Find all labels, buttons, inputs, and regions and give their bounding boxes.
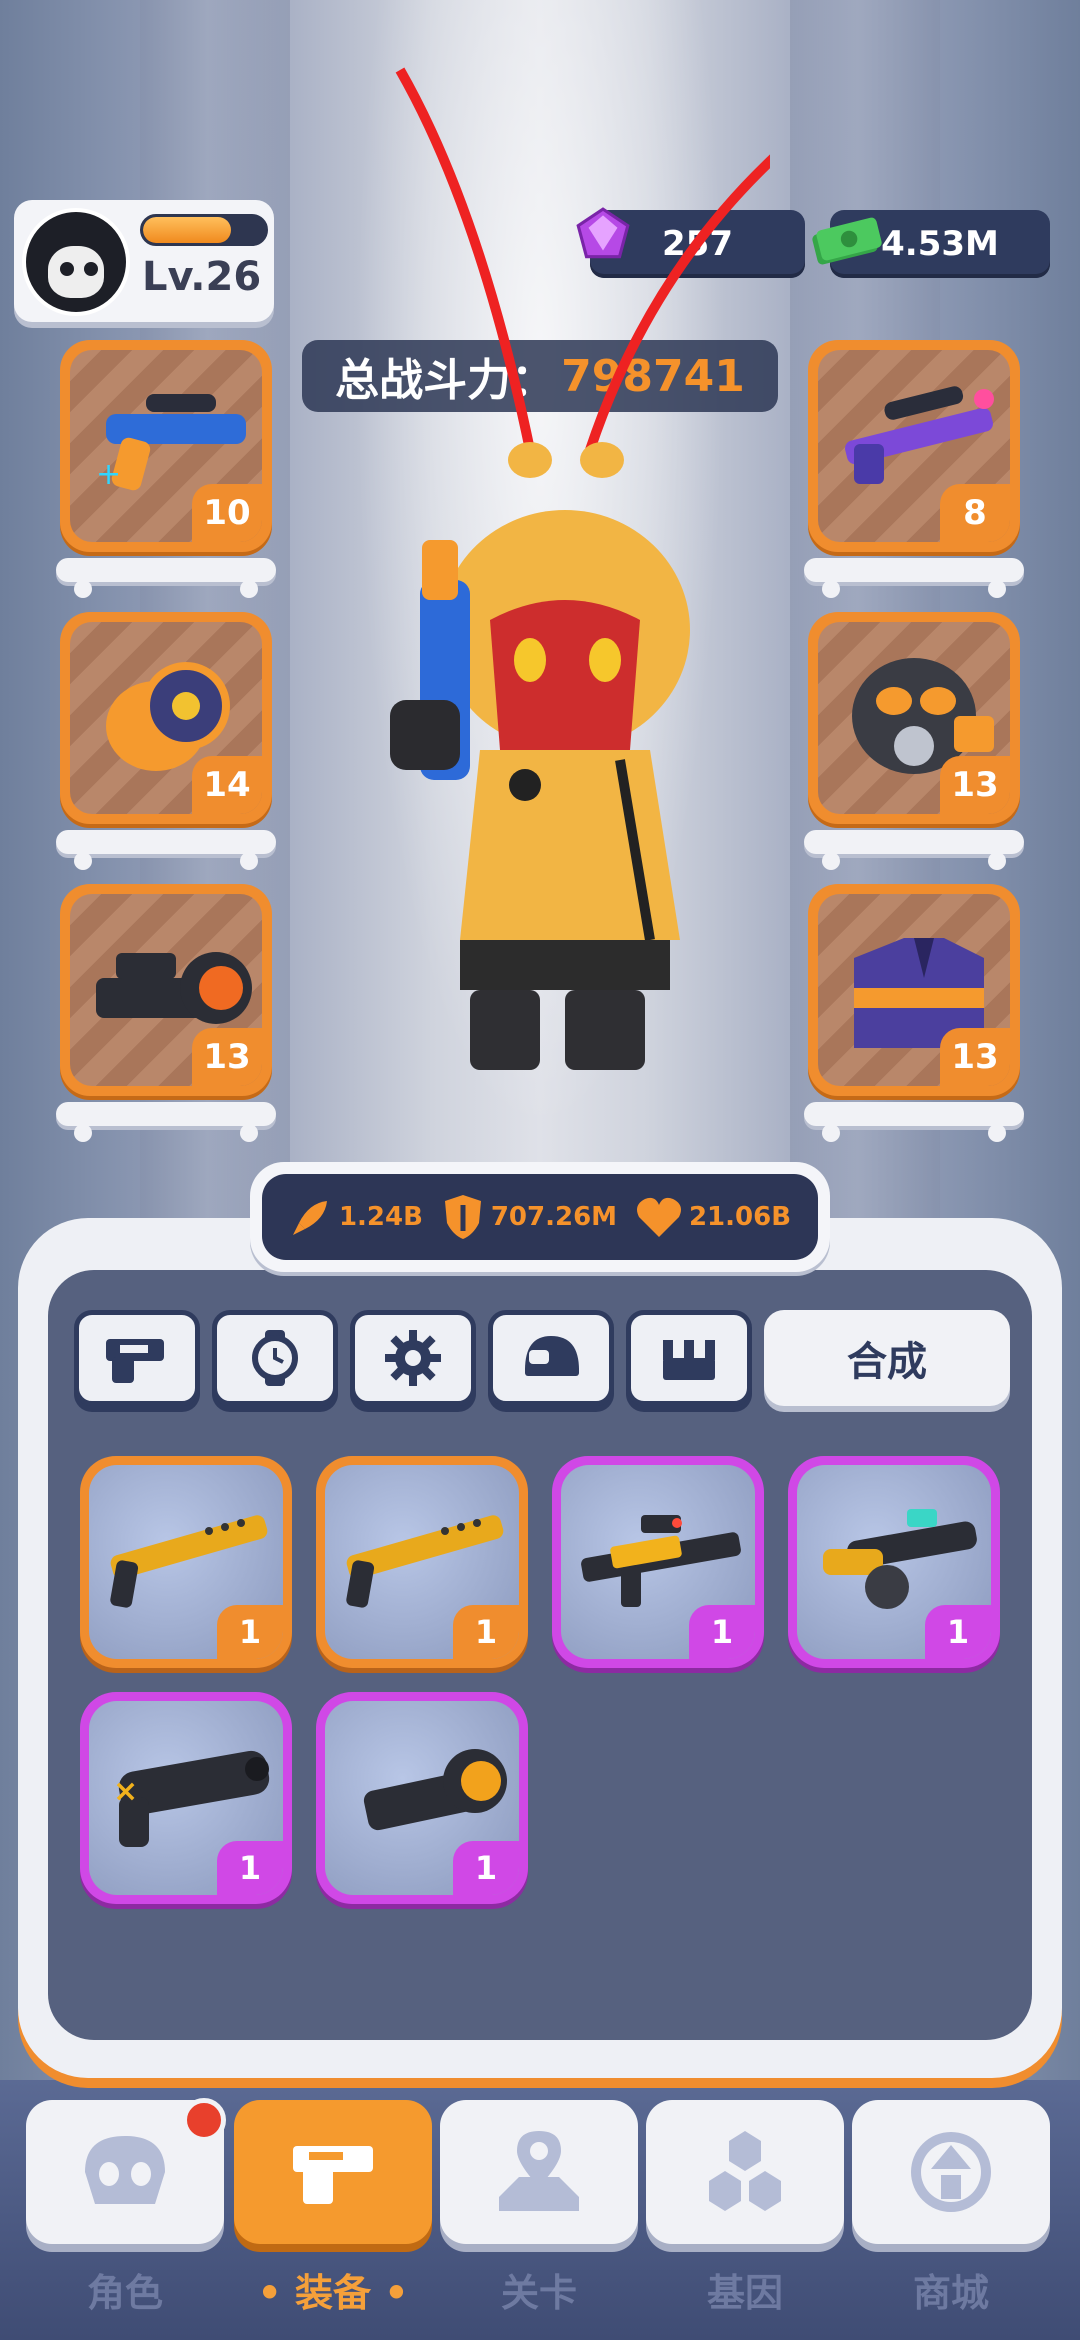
attack-stat: 1.24B bbox=[289, 1195, 423, 1239]
svg-text:+: + bbox=[96, 457, 121, 492]
item-count: 1 bbox=[217, 1841, 283, 1895]
nav-stages-label: 关卡 bbox=[500, 2271, 577, 2315]
equip-slot-sniper[interactable]: 8 bbox=[808, 340, 1020, 552]
equip-slot-bracer[interactable]: 14 bbox=[60, 612, 272, 824]
nav-genes-label: 基因 bbox=[706, 2271, 783, 2315]
equip-level-badge: 14 bbox=[192, 756, 262, 814]
tab-weapon[interactable] bbox=[74, 1310, 200, 1406]
player-card[interactable]: Lv.26 bbox=[14, 200, 274, 322]
armor-icon bbox=[663, 1340, 715, 1380]
shelf bbox=[804, 830, 1024, 870]
inventory-item[interactable]: 1 bbox=[552, 1456, 764, 1668]
item-count: 1 bbox=[217, 1605, 283, 1659]
tab-bracer[interactable] bbox=[212, 1310, 338, 1406]
equip-slot-scope[interactable]: 13 bbox=[60, 884, 272, 1096]
inventory-item[interactable]: 1 bbox=[316, 1692, 528, 1904]
shop-emblem-icon bbox=[911, 2132, 991, 2212]
skull-icon bbox=[85, 2136, 165, 2204]
map-pin-icon bbox=[499, 2131, 579, 2211]
stats-bar: 1.24B 707.26M 21.06B bbox=[250, 1162, 830, 1272]
inventory-item[interactable]: 1 bbox=[80, 1456, 292, 1668]
equip-level-badge: 8 bbox=[940, 484, 1010, 542]
tab-armor[interactable] bbox=[626, 1310, 752, 1406]
inventory-item[interactable]: × 1 bbox=[80, 1692, 292, 1904]
equip-slot-mask[interactable]: 13 bbox=[808, 612, 1020, 824]
defense-value: 707.26M bbox=[490, 1202, 618, 1232]
inventory-item[interactable]: 1 bbox=[788, 1456, 1000, 1668]
tab-helmet[interactable] bbox=[488, 1310, 614, 1406]
heart-icon bbox=[636, 1197, 681, 1237]
nav-equipment[interactable] bbox=[234, 2100, 432, 2244]
gear-icon bbox=[385, 1330, 441, 1386]
cash-amount: 4.53M bbox=[881, 224, 999, 264]
item-count: 1 bbox=[925, 1605, 991, 1659]
character-figure[interactable] bbox=[330, 60, 770, 1080]
player-level: Lv.26 bbox=[142, 254, 262, 300]
nav-genes[interactable] bbox=[646, 2100, 844, 2244]
hexagons-icon bbox=[709, 2131, 781, 2211]
shelf bbox=[56, 830, 276, 870]
item-count: 1 bbox=[453, 1841, 519, 1895]
shelf bbox=[56, 558, 276, 598]
shelf bbox=[804, 1102, 1024, 1142]
xp-fill bbox=[143, 217, 231, 243]
nav-shop[interactable] bbox=[852, 2100, 1050, 2244]
inventory-item[interactable]: 1 bbox=[316, 1456, 528, 1668]
cash-icon bbox=[812, 217, 882, 265]
avatar[interactable] bbox=[22, 208, 130, 316]
equip-slot-armor[interactable]: 13 bbox=[808, 884, 1020, 1096]
equipment-gun-icon bbox=[293, 2146, 373, 2204]
shield-icon bbox=[444, 1195, 481, 1239]
equip-level-badge: 10 bbox=[192, 484, 262, 542]
xp-bar bbox=[140, 214, 268, 246]
equip-level-badge: 13 bbox=[192, 1028, 262, 1086]
sniper-icon bbox=[845, 386, 994, 484]
category-tabs: 合成 bbox=[46, 1310, 1036, 1410]
nav-equipment-label: • 装备 • bbox=[257, 2271, 409, 2315]
equip-level-badge: 13 bbox=[940, 756, 1010, 814]
helmet-icon bbox=[525, 1336, 579, 1376]
shelf bbox=[56, 1102, 276, 1142]
shelf bbox=[804, 558, 1024, 598]
svg-text:×: × bbox=[113, 1774, 138, 1809]
rocket-icon bbox=[292, 1201, 327, 1235]
health-value: 21.06B bbox=[688, 1202, 792, 1232]
defense-stat: 707.26M bbox=[441, 1193, 617, 1241]
watch-icon bbox=[252, 1330, 298, 1386]
nav-shop-label: 商城 bbox=[912, 2271, 989, 2315]
nav-stages[interactable] bbox=[440, 2100, 638, 2244]
gun-icon bbox=[106, 1339, 164, 1383]
item-count: 1 bbox=[453, 1605, 519, 1659]
blaster-icon: + bbox=[96, 394, 246, 492]
nav-character-label: 角色 bbox=[86, 2271, 163, 2315]
equip-level-badge: 13 bbox=[940, 1028, 1010, 1086]
notification-dot bbox=[182, 2098, 226, 2142]
tab-accessory[interactable] bbox=[350, 1310, 476, 1406]
equip-slot-weapon[interactable]: + 10 bbox=[60, 340, 272, 552]
health-stat: 21.06B bbox=[635, 1195, 791, 1239]
item-count: 1 bbox=[689, 1605, 755, 1659]
merge-button[interactable]: 合成 bbox=[764, 1310, 1010, 1406]
attack-value: 1.24B bbox=[338, 1202, 423, 1232]
